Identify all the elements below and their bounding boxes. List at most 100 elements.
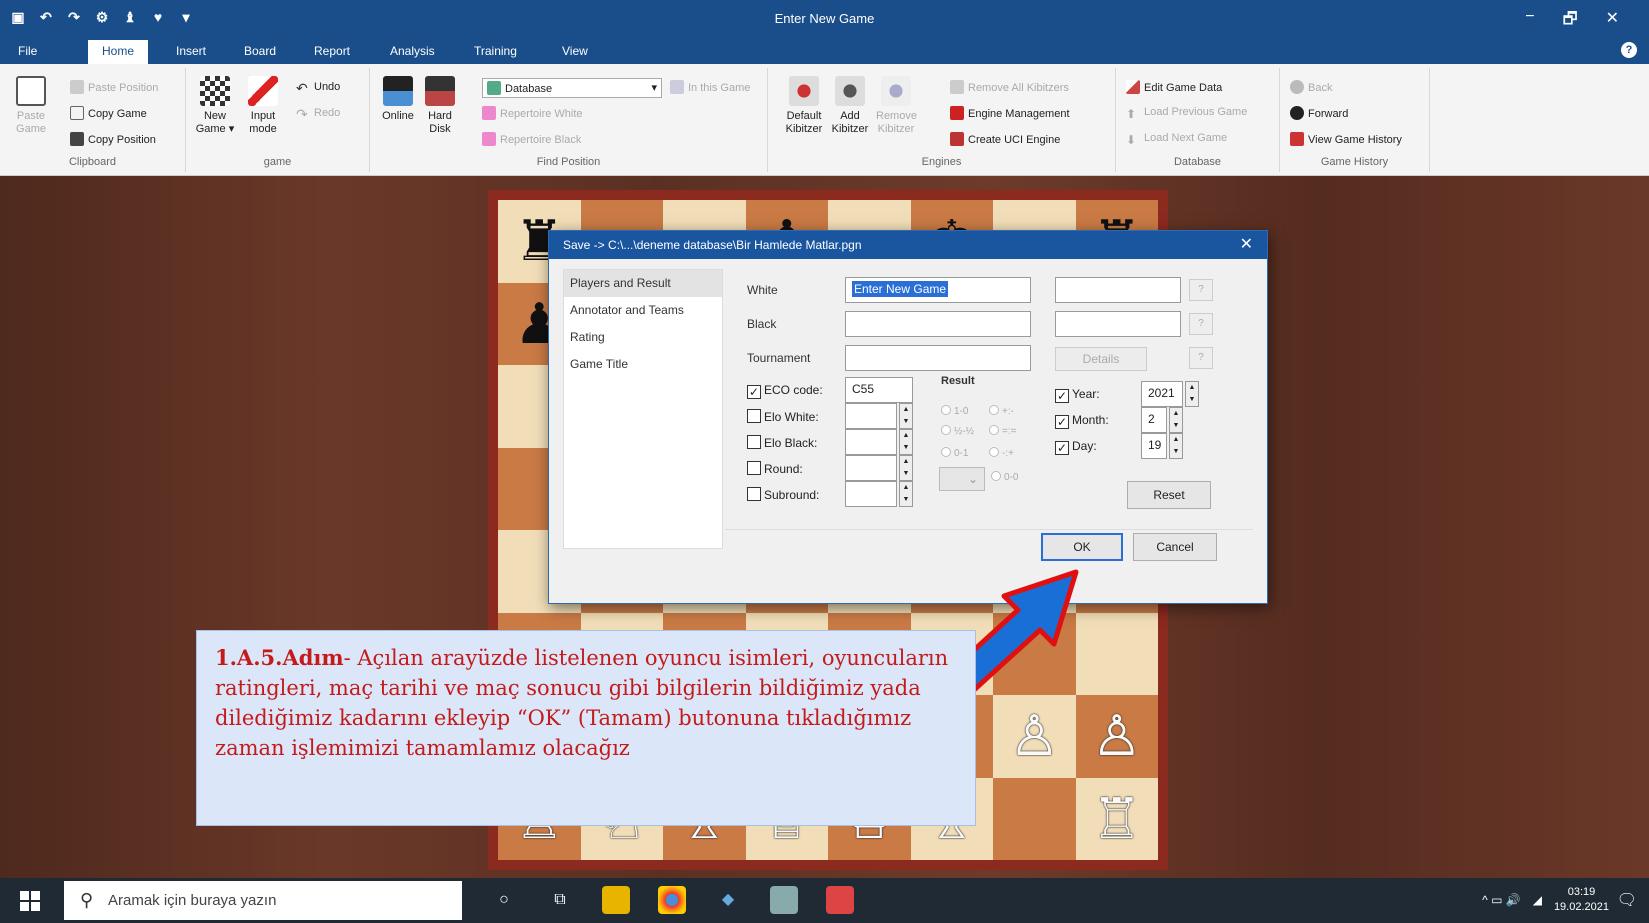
tournament-field[interactable] [845,345,1031,371]
create-uci-engine-button[interactable]: Create UCI Engine [950,132,1060,146]
attribute-checkbox[interactable]: ✓ ECO code: [747,383,823,399]
result-radio-white-advantage[interactable]: +:- [989,405,1014,417]
wifi-icon[interactable]: ◢ [1533,893,1542,907]
attribute-value-field[interactable] [845,429,897,455]
attribute-checkbox[interactable]: Round: [747,461,803,476]
input-mode-button[interactable]: Input mode [242,76,284,136]
repertoire-white-button[interactable]: Repertoire White [482,106,583,120]
engine-management-button[interactable]: Engine Management [950,106,1070,120]
attribute-value-field[interactable] [845,403,897,429]
remove-all-kibitzers-button[interactable]: Remove All Kibitzers [950,80,1069,94]
white-extra-field[interactable] [1055,277,1181,303]
result-radio-draw[interactable]: ½-½ [941,425,974,437]
spin-button[interactable]: ▲ ▼ [899,455,913,481]
tab-board[interactable]: Board [236,42,284,60]
white-lookup-button[interactable]: ? [1189,279,1213,301]
tab-view[interactable]: View [554,42,596,60]
chess-app-icon[interactable] [826,886,854,914]
attribute-value-field[interactable] [845,455,897,481]
spin-button[interactable]: ▲ ▼ [1169,407,1183,433]
spin-button[interactable]: ▲ ▼ [899,429,913,455]
attribute-value-field[interactable] [845,481,897,507]
nav-annotator-and-teams[interactable]: Annotator and Teams [564,297,722,324]
dialog-close-icon[interactable]: ✕ [1240,231,1253,259]
new-game-button[interactable]: New Game ▾ [194,76,236,136]
result-radio-1-0[interactable]: 1-0 [941,405,968,417]
repertoire-black-button[interactable]: Repertoire Black [482,132,581,146]
paste-position-button[interactable]: Paste Position [70,80,158,94]
black-extra-field[interactable] [1055,311,1181,337]
cortana-icon[interactable]: ○ [490,886,518,914]
online-button[interactable]: Online [378,76,418,123]
in-this-game-button[interactable]: In this Game [670,80,750,94]
white-name-field[interactable]: Enter New Game [845,277,1031,303]
back-button[interactable]: Back [1290,80,1332,94]
result-radio-0-1[interactable]: 0-1 [941,447,968,459]
tab-insert[interactable]: Insert [168,42,214,60]
spin-button[interactable]: ▲ ▼ [1169,433,1183,459]
calendar-app-icon[interactable] [770,886,798,914]
tournament-lookup-button[interactable]: ? [1189,347,1213,369]
tray-icons[interactable]: ^ ▭ 🔊 [1482,893,1521,907]
hard-disk-button[interactable]: Hard Disk [420,76,460,136]
details-button[interactable]: Details [1055,347,1147,371]
restore-button[interactable]: 🗗 [1563,8,1578,35]
load-next-game-button[interactable]: ⬇ Load Next Game [1126,132,1227,147]
nav-rating[interactable]: Rating [564,324,722,351]
view-game-history-button[interactable]: View Game History [1290,132,1402,146]
board-square[interactable]: ♖ [1075,777,1159,860]
nav-game-title[interactable]: Game Title [564,351,722,378]
windows-start-icon[interactable] [20,891,40,911]
copy-game-button[interactable]: Copy Game [70,106,147,120]
cancel-button[interactable]: Cancel [1133,533,1217,561]
load-previous-game-button[interactable]: ⬆ Load Previous Game [1126,106,1247,121]
black-name-field[interactable] [845,311,1031,337]
notification-icon[interactable]: 🗨 [1617,890,1637,910]
date-value-field[interactable]: 2 [1141,407,1167,433]
reset-button[interactable]: Reset [1127,481,1211,509]
tab-training[interactable]: Training [466,42,525,60]
attribute-checkbox[interactable]: Elo White: [747,409,819,424]
result-radio-equal[interactable]: =:= [989,425,1016,437]
add-kibitzer-button[interactable]: Add Kibitzer [830,76,870,136]
tab-file[interactable]: File [10,42,45,60]
result-radio-0-0[interactable]: 0-0 [991,471,1018,483]
attribute-value-field[interactable]: C55 [845,377,913,403]
minimize-button[interactable]: − [1525,8,1534,35]
task-view-icon[interactable]: ⧉ [546,886,574,914]
close-window-button[interactable]: ✕ [1606,8,1619,35]
tab-home[interactable]: Home [88,40,149,64]
spin-button[interactable]: ▲ ▼ [1185,381,1199,407]
attribute-checkbox[interactable]: Subround: [747,487,819,502]
date-checkbox[interactable]: ✓ Month: [1055,413,1109,429]
taskbar-search-box[interactable]: ⚲ Aramak için buraya yazın [64,881,462,920]
tab-report[interactable]: Report [306,42,358,60]
paste-game-button[interactable]: Paste Game [14,76,48,136]
board-square[interactable] [993,777,1076,860]
redo-button[interactable]: ↷ Redo [296,106,340,122]
database-dropdown[interactable]: Database ▾ [482,78,662,98]
copy-position-button[interactable]: Copy Position [70,132,156,146]
undo-button[interactable]: ↶ Undo [296,80,340,96]
spin-button[interactable]: ▲ ▼ [899,481,913,507]
edit-game-data-button[interactable]: Edit Game Data [1126,80,1222,94]
date-checkbox[interactable]: ✓ Year: [1055,387,1100,403]
default-kibitzer-button[interactable]: Default Kibitzer [784,76,824,136]
clock[interactable]: 03:19 19.02.2021 [1554,885,1609,915]
forward-button[interactable]: Forward [1290,106,1348,120]
tab-analysis[interactable]: Analysis [382,42,443,60]
attribute-checkbox[interactable]: Elo Black: [747,435,817,450]
app-drop-icon[interactable]: ◆ [714,886,742,914]
result-radio-black-advantage[interactable]: -:+ [989,447,1014,459]
spin-button[interactable]: ▲ ▼ [899,403,913,429]
date-value-field[interactable]: 2021 [1141,381,1183,407]
date-value-field[interactable]: 19 [1141,433,1167,459]
date-checkbox[interactable]: ✓ Day: [1055,439,1097,455]
chess-piece-icon[interactable]: ♖ [1076,791,1159,848]
black-lookup-button[interactable]: ? [1189,313,1213,335]
chrome-icon[interactable] [658,886,686,914]
nav-players-and-result[interactable]: Players and Result [564,270,722,297]
ok-button[interactable]: OK [1041,533,1123,561]
result-select[interactable]: ⌄ [939,467,985,491]
help-icon[interactable]: ? [1621,42,1637,58]
